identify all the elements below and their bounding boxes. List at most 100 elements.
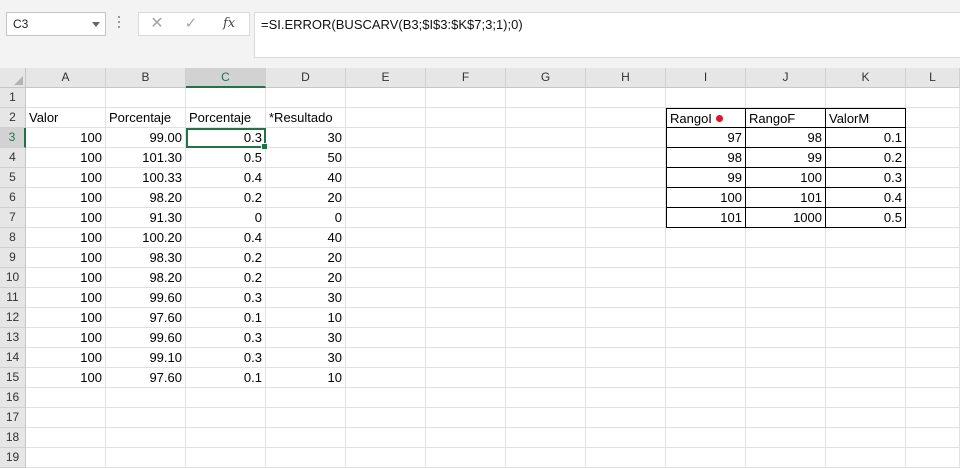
grid-cell[interactable]	[586, 208, 666, 228]
grid-cell[interactable]	[826, 308, 906, 328]
data-cell[interactable]: 0.3	[186, 348, 266, 368]
lookup-cell[interactable]: 0.3	[826, 168, 906, 188]
grid-cell[interactable]	[586, 128, 666, 148]
data-cell[interactable]: 100	[26, 188, 106, 208]
grid-cell[interactable]	[586, 88, 666, 108]
grid-cell[interactable]	[666, 308, 746, 328]
grid-cell[interactable]	[186, 88, 266, 108]
data-cell[interactable]: 100	[26, 348, 106, 368]
data-cell[interactable]: 40	[266, 228, 346, 248]
grid-cell[interactable]	[586, 308, 666, 328]
row-header-6[interactable]: 6	[0, 188, 26, 208]
data-cell[interactable]: 100	[26, 228, 106, 248]
lookup-header-k[interactable]: ValorM	[826, 108, 906, 128]
data-cell[interactable]: 100	[26, 128, 106, 148]
grid-cell[interactable]	[426, 148, 506, 168]
grid-cell[interactable]	[906, 108, 960, 128]
data-cell[interactable]: 0.3	[186, 288, 266, 308]
column-header-e[interactable]: E	[346, 68, 426, 88]
grid-cell[interactable]	[426, 268, 506, 288]
grid-cell[interactable]	[506, 368, 586, 388]
lookup-cell[interactable]: 100	[746, 168, 826, 188]
row-header-14[interactable]: 14	[0, 348, 26, 368]
lookup-cell[interactable]: 99	[746, 148, 826, 168]
data-cell[interactable]: 99.60	[106, 288, 186, 308]
grid-cell[interactable]	[906, 408, 960, 428]
grid-cell[interactable]	[746, 448, 826, 468]
grid-cell[interactable]	[826, 288, 906, 308]
grid-cell[interactable]	[586, 168, 666, 188]
grid-cell[interactable]	[266, 428, 346, 448]
row-header-1[interactable]: 1	[0, 88, 26, 108]
grid-cell[interactable]	[26, 448, 106, 468]
grid-cell[interactable]	[666, 268, 746, 288]
grid-cell[interactable]	[746, 288, 826, 308]
grid-cell[interactable]	[666, 348, 746, 368]
grid-cell[interactable]	[346, 268, 426, 288]
grid-cell[interactable]	[586, 188, 666, 208]
column-header-c[interactable]: C	[186, 68, 266, 88]
grid-cell[interactable]	[666, 88, 746, 108]
grid-cell[interactable]	[586, 428, 666, 448]
data-cell[interactable]: 99.00	[106, 128, 186, 148]
grid-cell[interactable]	[826, 88, 906, 108]
grid-cell[interactable]	[106, 428, 186, 448]
data-cell[interactable]: 98.20	[106, 188, 186, 208]
grid-cell[interactable]	[586, 108, 666, 128]
grid-cell[interactable]	[426, 168, 506, 188]
grid-cell[interactable]	[346, 228, 426, 248]
column-title-a[interactable]: Valor	[26, 108, 106, 128]
data-cell[interactable]: 100	[26, 248, 106, 268]
grid-cell[interactable]	[826, 428, 906, 448]
data-cell[interactable]: 99.60	[106, 328, 186, 348]
data-cell[interactable]: 100	[26, 148, 106, 168]
lookup-cell[interactable]: 98	[666, 148, 746, 168]
row-header-11[interactable]: 11	[0, 288, 26, 308]
grid-cell[interactable]	[906, 448, 960, 468]
grid-cell[interactable]	[266, 388, 346, 408]
grid-cell[interactable]	[426, 248, 506, 268]
data-cell[interactable]: 0.1	[186, 308, 266, 328]
data-cell[interactable]: 98.30	[106, 248, 186, 268]
column-header-f[interactable]: F	[426, 68, 506, 88]
grid-cell[interactable]	[666, 288, 746, 308]
data-cell[interactable]: 0.2	[186, 268, 266, 288]
grid-cell[interactable]	[506, 148, 586, 168]
data-cell[interactable]: 100	[26, 368, 106, 388]
row-header-9[interactable]: 9	[0, 248, 26, 268]
data-cell[interactable]: 0	[266, 208, 346, 228]
lookup-cell[interactable]: 1000	[746, 208, 826, 228]
row-header-15[interactable]: 15	[0, 368, 26, 388]
lookup-cell[interactable]: 0.5	[826, 208, 906, 228]
grid-cell[interactable]	[906, 428, 960, 448]
grid-cell[interactable]	[906, 388, 960, 408]
grid-cell[interactable]	[506, 88, 586, 108]
data-cell[interactable]: 100.20	[106, 228, 186, 248]
lookup-cell[interactable]: 100	[666, 188, 746, 208]
grid-cell[interactable]	[346, 308, 426, 328]
grid-cell[interactable]	[346, 108, 426, 128]
grid-cell[interactable]	[426, 388, 506, 408]
data-cell[interactable]: 0.1	[186, 368, 266, 388]
grid-cell[interactable]	[746, 88, 826, 108]
grid-cell[interactable]	[906, 228, 960, 248]
grid-cell[interactable]	[506, 248, 586, 268]
grid-cell[interactable]	[746, 348, 826, 368]
grid-cell[interactable]	[666, 228, 746, 248]
grid-cell[interactable]	[186, 408, 266, 428]
grid-cell[interactable]	[346, 88, 426, 108]
data-cell[interactable]: 99.10	[106, 348, 186, 368]
grid-cell[interactable]	[426, 408, 506, 428]
data-cell[interactable]: 30	[266, 128, 346, 148]
grid-cell[interactable]	[746, 228, 826, 248]
grid-cell[interactable]	[346, 368, 426, 388]
column-title-b[interactable]: Porcentaje	[106, 108, 186, 128]
name-box[interactable]: C3	[6, 12, 106, 36]
grid-cell[interactable]	[746, 428, 826, 448]
grid-cell[interactable]	[906, 328, 960, 348]
grid-cell[interactable]	[906, 288, 960, 308]
grid-cell[interactable]	[506, 208, 586, 228]
grid-cell[interactable]	[426, 108, 506, 128]
grid-cell[interactable]	[26, 388, 106, 408]
lookup-header-i[interactable]: RangoI	[666, 108, 746, 128]
